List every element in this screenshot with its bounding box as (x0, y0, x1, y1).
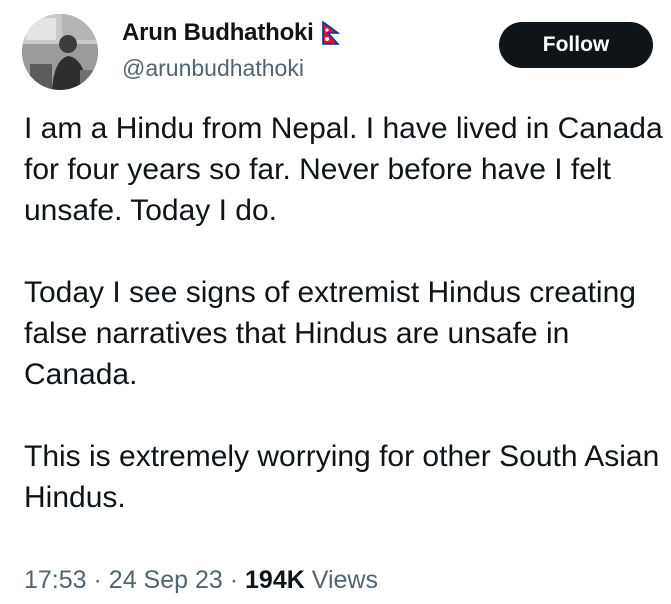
tweet-date[interactable]: 24 Sep 23 (109, 566, 223, 594)
tweet-text: I am a Hindu from Nepal. I have lived in… (24, 108, 664, 518)
views-count[interactable]: 194K (245, 566, 305, 594)
author-handle[interactable]: @arunbudhathoki (122, 55, 304, 82)
follow-button[interactable]: Follow (499, 22, 653, 68)
tweet-paragraph: Today I see signs of extremist Hindus cr… (24, 276, 636, 391)
tweet-paragraph: I am a Hindu from Nepal. I have lived in… (24, 112, 663, 227)
author-display-name[interactable]: Arun Budhathoki (122, 19, 314, 47)
tweet-time[interactable]: 17:53 (24, 566, 87, 594)
tweet-meta: 17:53 · 24 Sep 23 · 194K Views (24, 566, 378, 595)
avatar[interactable] (22, 14, 98, 90)
tweet-paragraph: This is extremely worrying for other Sou… (24, 440, 660, 514)
avatar-photo (22, 14, 98, 90)
meta-separator: · (229, 566, 239, 594)
tweet-card: Arun Budhathoki @arunbudhathoki Follow I… (0, 0, 671, 604)
views-label: Views (311, 566, 378, 594)
nepal-flag-icon (321, 21, 340, 45)
author-name-row: Arun Budhathoki (122, 19, 340, 47)
meta-separator: · (93, 566, 102, 594)
